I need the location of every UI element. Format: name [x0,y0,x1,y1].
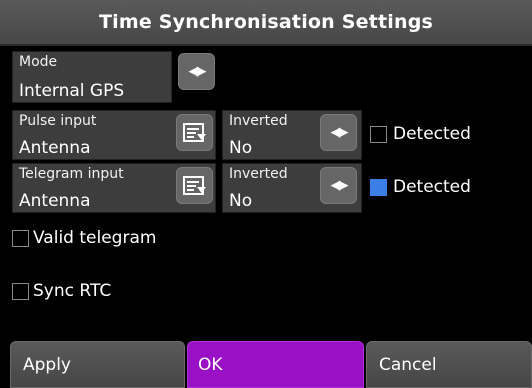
valid-telegram-box[interactable] [12,229,29,247]
sync-rtc-checkbox[interactable]: Sync RTC [12,281,111,301]
left-right-arrows-icon: ◀▶ [188,64,207,79]
telegram-input-list-button[interactable] [176,167,213,204]
valid-telegram-label: Valid telegram [33,228,157,248]
pulse-inverted-toggle-button[interactable]: ◀▶ [320,114,357,151]
pulse-input-label: Pulse input [19,113,97,129]
telegram-inverted-label: Inverted [229,166,288,182]
left-right-arrows-icon: ◀▶ [330,178,349,193]
pulse-input-list-button[interactable] [176,114,213,151]
left-right-arrows-icon: ◀▶ [330,125,349,140]
cancel-button[interactable]: Cancel [366,341,532,388]
pulse-inverted-value: No [229,138,253,158]
mode-field[interactable]: Mode Internal GPS [12,51,172,103]
sync-rtc-box[interactable] [12,282,29,300]
telegram-detected-label: Detected [393,177,471,197]
telegram-inverted-value: No [229,191,253,211]
page-title: Time Synchronisation Settings [98,11,434,33]
cancel-button-label: Cancel [379,354,437,375]
sync-rtc-label: Sync RTC [33,281,112,301]
telegram-inverted-toggle-button[interactable]: ◀▶ [320,167,357,204]
pulse-detected-label: Detected [393,124,471,144]
ok-button[interactable]: OK [187,341,364,388]
list-select-icon [182,175,206,195]
apply-button[interactable]: Apply [10,341,185,388]
pulse-detected-indicator: Detected [370,124,471,144]
telegram-detected-box [370,178,387,196]
telegram-detected-indicator: Detected [370,177,471,197]
apply-button-label: Apply [23,354,71,375]
pulse-input-value: Antenna [19,138,91,158]
telegram-input-value: Antenna [19,191,91,211]
list-select-icon [182,122,206,142]
mode-value: Internal GPS [19,81,125,101]
pulse-detected-box [370,125,387,143]
mode-toggle-button[interactable]: ◀▶ [178,53,215,90]
pulse-inverted-label: Inverted [229,113,288,129]
mode-label: Mode [19,54,58,70]
title-bar: Time Synchronisation Settings [0,0,532,46]
valid-telegram-checkbox[interactable]: Valid telegram [12,228,156,248]
telegram-input-label: Telegram input [19,166,124,182]
ok-button-label: OK [198,354,223,375]
